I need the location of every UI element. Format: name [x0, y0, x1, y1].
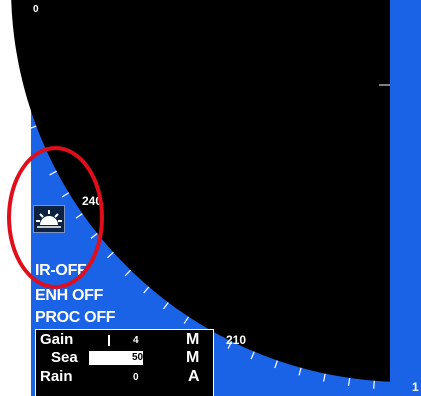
bearing-tick	[183, 316, 190, 324]
bearing-tick	[298, 367, 302, 376]
gain-value: 4	[133, 335, 139, 346]
bearing-tick	[143, 286, 150, 294]
bearing-label-0: 0	[33, 4, 39, 15]
bearing-tick	[163, 302, 169, 310]
bearing-tick	[107, 251, 114, 259]
bearing-tick	[20, 101, 29, 106]
rain-mode[interactable]: A	[188, 368, 200, 385]
bearing-tick	[5, 29, 14, 32]
radar-screen: 0 240 210 1 IR-OFF ENH OFF PROC OFF Gain…	[0, 0, 421, 396]
bearing-tick	[250, 351, 255, 360]
annotation-circle	[7, 146, 104, 289]
bearing-tick	[274, 360, 278, 369]
gain-mode[interactable]: M	[186, 331, 199, 348]
bearing-tick	[8, 53, 17, 57]
bearing-tick	[347, 377, 351, 386]
bearing-label-210: 210	[226, 333, 247, 347]
sea-value: 50	[132, 352, 144, 363]
proc-status[interactable]: PROC OFF	[35, 309, 116, 326]
sea-label[interactable]: Sea	[51, 349, 78, 366]
gain-label[interactable]: Gain	[40, 331, 73, 348]
bearing-tick	[28, 125, 37, 130]
sea-mode[interactable]: M	[186, 349, 199, 366]
gain-level-cursor[interactable]	[108, 335, 110, 346]
bearing-label-partial: 1	[412, 380, 419, 394]
rain-label[interactable]: Rain	[40, 368, 73, 385]
enh-status[interactable]: ENH OFF	[35, 287, 103, 304]
bearing-tick	[124, 269, 132, 277]
bearing-tick	[323, 373, 326, 382]
rain-value: 0	[133, 372, 139, 383]
bearing-tick	[373, 380, 375, 389]
gain-sea-rain-panel: Gain 4 M Sea 50 M Rain 0 A	[35, 329, 214, 396]
bearing-tick	[13, 77, 22, 81]
